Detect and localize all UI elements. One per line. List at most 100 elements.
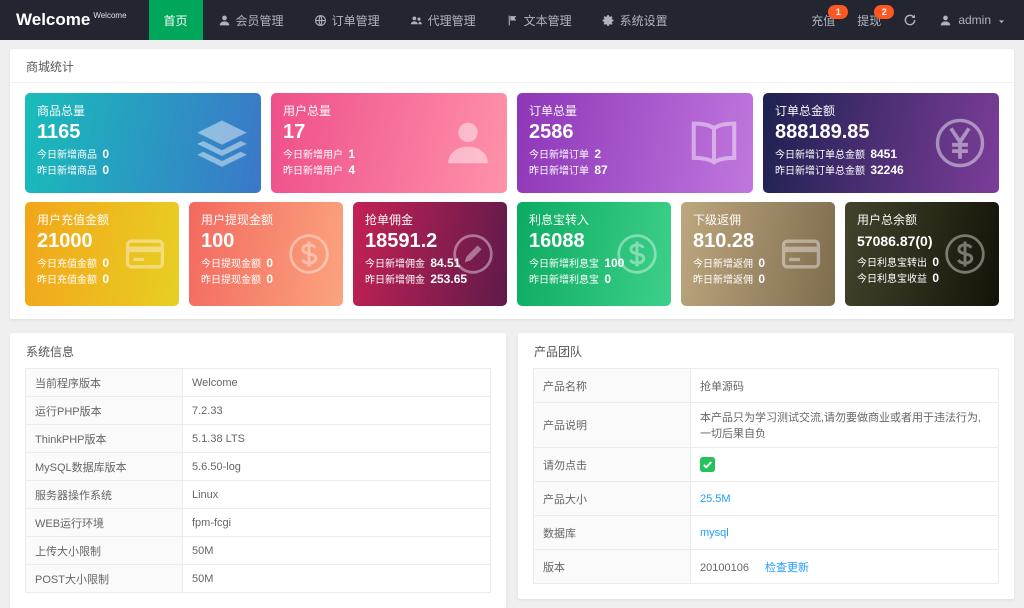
stat-tile-1-2: 用户总量 17 今日新增用户 1 昨日新增用户 4 <box>271 93 507 193</box>
navbar: Welcome Welcome 首页 会员管理 订单管理 代理管理 文本管理 系统设置 充… <box>0 0 1024 40</box>
row-value: 本产品只为学习测试交流,请勿要做商业或者用于违法行为,一切后果自负 <box>690 402 999 448</box>
withdraw-button[interactable]: 提现 2 <box>857 4 895 29</box>
subline-label: 昨日充值金额 <box>37 275 97 286</box>
subline-value: 2 <box>591 147 602 161</box>
table-row: 数据库 mysql <box>533 515 999 550</box>
table-row: 版本 20100106 检查更新 <box>533 549 999 584</box>
row-label: 服务器操作系统 <box>25 480 183 509</box>
subline-value: 0 <box>99 147 110 161</box>
table-row: 运行PHP版本 7.2.33 <box>25 396 491 425</box>
do-not-click-icon[interactable] <box>700 457 715 472</box>
subline-label: 今日利息宝转出 <box>857 258 927 269</box>
product-team-table: 产品名称 抢单源码 产品说明 本产品只为学习测试交流,请勿要做商业或者用于违法行为,一… <box>533 368 999 584</box>
row-value: 5.1.38 LTS <box>182 424 491 453</box>
subline-label: 昨日新增利息宝 <box>529 275 599 286</box>
subline-label: 昨日新增订单总金额 <box>775 166 865 177</box>
subline-label: 昨日新增用户 <box>283 166 343 177</box>
nav-item-label: 订单管理 <box>331 13 380 28</box>
row-label: 产品说明 <box>533 402 691 448</box>
subline-value: 0 <box>601 272 612 286</box>
subline-label: 昨日新增返佣 <box>693 275 753 286</box>
subline-value: 32246 <box>867 163 904 177</box>
subline-value: 0 <box>263 256 274 270</box>
nav-item-orders[interactable]: 订单管理 <box>299 0 395 40</box>
row-value: 抢单源码 <box>690 368 999 403</box>
product-link[interactable]: mysql <box>700 527 729 539</box>
table-row: POST大小限制 50M <box>25 564 491 593</box>
tile-title: 利息宝转入 <box>529 213 590 227</box>
subline-value: 0 <box>99 163 110 177</box>
row-value <box>690 447 999 482</box>
check-update-link[interactable]: 检查更新 <box>765 562 809 574</box>
caret-down-icon <box>997 17 1006 26</box>
user-menu[interactable]: admin <box>939 13 1006 27</box>
brand-logo[interactable]: Welcome Welcome <box>0 0 149 40</box>
subline-label: 今日新增订单 <box>529 150 589 161</box>
tile-title: 用户总余额 <box>857 213 918 227</box>
system-info-card: 系统信息 当前程序版本 Welcome 运行PHP版本 7.2.33 ThinkPHP版… <box>10 333 506 608</box>
subline-value: 0 <box>929 255 940 269</box>
stat-tile-2-4: 利息宝转入 16088 今日新增利息宝 100 昨日新增利息宝 0 <box>517 202 671 306</box>
stats-card-title: 商城统计 <box>10 49 1014 83</box>
subline-label: 昨日新增订单 <box>529 166 589 177</box>
row-value: 5.6.50-log <box>182 452 491 481</box>
row-label: 产品大小 <box>533 481 691 516</box>
bottom-section: 系统信息 当前程序版本 Welcome 运行PHP版本 7.2.33 ThinkPHP版… <box>10 333 1014 608</box>
product-link[interactable]: 25.5M <box>700 493 731 505</box>
stat-tile-2-3: 抢单佣金 18591.2 今日新增佣金 84.51 昨日新增佣金 253.65 <box>353 202 507 306</box>
row-value: 7.2.33 <box>182 396 491 425</box>
subline-label: 今日利息宝收益 <box>857 274 927 285</box>
table-row: WEB运行环境 fpm-fcgi <box>25 508 491 537</box>
refresh-icon[interactable] <box>903 13 917 27</box>
stat-tile-2-1: 用户充值金额 21000 今日充值金额 0 昨日充值金额 0 <box>25 202 179 306</box>
layers-icon <box>195 116 249 170</box>
row-label: 当前程序版本 <box>25 368 183 397</box>
table-row: MySQL数据库版本 5.6.50-log <box>25 452 491 481</box>
row-label: WEB运行环境 <box>25 508 183 537</box>
subline-label: 今日提现金额 <box>201 259 261 270</box>
row-value: fpm-fcgi <box>182 508 491 537</box>
nav-item-agents[interactable]: 代理管理 <box>395 0 491 40</box>
nav-item-members[interactable]: 会员管理 <box>203 0 299 40</box>
nav-item-home[interactable]: 首页 <box>148 0 203 40</box>
table-row: 当前程序版本 Welcome <box>25 368 491 397</box>
row-value: 20100106 检查更新 <box>690 549 999 584</box>
subline-value: 87 <box>591 163 608 177</box>
system-info-title: 系统信息 <box>26 345 75 359</box>
brand-text: Welcome <box>16 10 91 29</box>
user-icon <box>441 116 495 170</box>
subline-value: 0 <box>263 272 274 286</box>
table-row: 服务器操作系统 Linux <box>25 480 491 509</box>
recharge-button[interactable]: 充值 1 <box>811 4 849 29</box>
stat-tile-1-4: 订单总金额 888189.85 今日新增订单总金额 8451 昨日新增订单总金额 32… <box>763 93 999 193</box>
row-label: 上传大小限制 <box>25 536 183 565</box>
row-value: mysql <box>690 515 999 550</box>
brand-sup-text: Welcome <box>93 11 127 20</box>
tile-title: 用户充值金额 <box>37 213 110 227</box>
row-value: Welcome <box>182 368 491 397</box>
nav-item-label: 会员管理 <box>235 13 284 28</box>
edit-icon <box>451 232 495 276</box>
nav-item-settings[interactable]: 系统设置 <box>587 0 683 40</box>
nav-item-label: 代理管理 <box>427 13 476 28</box>
subline-value: 0 <box>755 256 766 270</box>
table-row: 产品名称 抢单源码 <box>533 368 999 403</box>
dollar-icon <box>943 232 987 276</box>
stats-body: 商品总量 1165 今日新增商品 0 昨日新增商品 0 用户总量 17 今日新增用户 1 昨日… <box>10 83 1014 319</box>
book-icon <box>687 116 741 170</box>
stat-tile-1-3: 订单总量 2586 今日新增订单 2 昨日新增订单 87 <box>517 93 753 193</box>
row-label: 数据库 <box>533 515 691 550</box>
users-icon <box>410 14 423 27</box>
subline-label: 今日新增用户 <box>283 150 343 161</box>
subline-label: 今日新增商品 <box>37 150 97 161</box>
tile-title: 下级返佣 <box>693 213 742 227</box>
dollar-icon <box>615 232 659 276</box>
dollar-icon <box>287 232 331 276</box>
nav-item-text[interactable]: 文本管理 <box>491 0 587 40</box>
row-label: POST大小限制 <box>25 564 183 593</box>
row-value: Linux <box>182 480 491 509</box>
user-icon <box>939 14 952 27</box>
subline-value: 0 <box>929 271 940 285</box>
stat-tile-2-5: 下级返佣 810.28 今日新增返佣 0 昨日新增返佣 0 <box>681 202 835 306</box>
stat-tile-2-6: 用户总余额 57086.87(0) 今日利息宝转出 0 今日利息宝收益 0 <box>845 202 999 306</box>
